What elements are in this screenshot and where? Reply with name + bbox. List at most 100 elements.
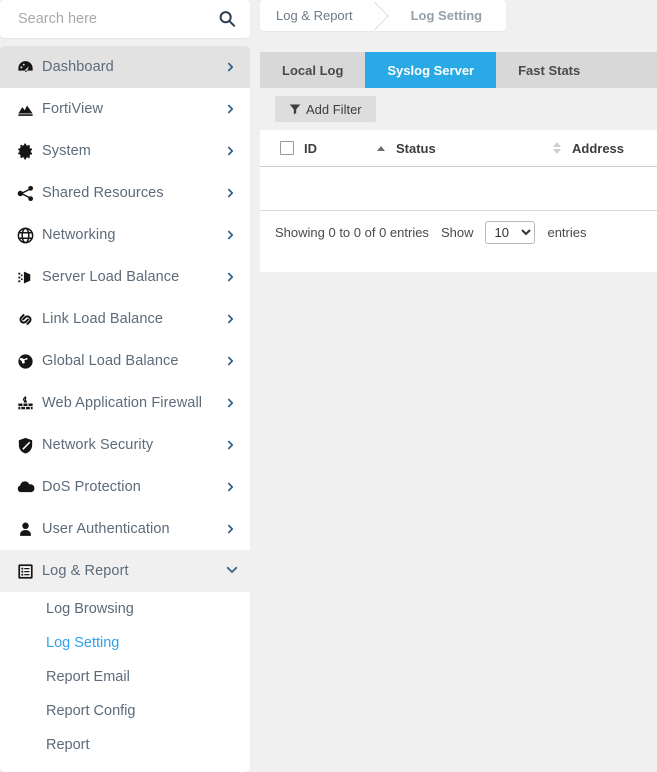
chevron-down-icon xyxy=(226,565,238,577)
funnel-icon xyxy=(289,103,301,115)
tab-label: Local Log xyxy=(282,62,344,78)
table-head: ID Status Address xyxy=(260,130,657,167)
sidebar-item-network-security[interactable]: Network Security xyxy=(0,424,250,466)
chevron-right-icon xyxy=(226,145,236,157)
chevron-right-icon xyxy=(226,523,236,535)
table-body xyxy=(260,166,657,211)
sort-ascending-icon[interactable] xyxy=(377,141,386,155)
chevron-right-icon xyxy=(226,271,236,283)
sidebar-item-label: DoS Protection xyxy=(42,479,141,495)
tab-syslog-server[interactable]: Syslog Server xyxy=(365,52,497,88)
sidebar-item-label: Link Load Balance xyxy=(42,311,164,327)
breadcrumb: Log & Report Log Setting xyxy=(260,0,507,31)
add-filter-label: Add Filter xyxy=(306,101,362,117)
chevron-right-icon xyxy=(226,229,236,241)
globe-grid-icon xyxy=(16,226,42,245)
user-icon xyxy=(16,520,42,539)
syslog-server-panel: Add Filter ID Status Address Showing 0 t… xyxy=(260,88,657,272)
table-footer: Showing 0 to 0 of 0 entries Show 10 25 5… xyxy=(260,211,657,253)
sort-toggle-icon[interactable] xyxy=(553,141,562,155)
entries-label: entries xyxy=(547,224,587,240)
tab-label: Syslog Server xyxy=(387,62,475,78)
tab-label: Fast Stats xyxy=(518,62,581,78)
sidebar-subitem-log-setting[interactable]: Log Setting xyxy=(0,626,250,660)
sidebar-subitem-label: Report Config xyxy=(46,703,136,719)
sidebar-item-fortiview[interactable]: FortiView xyxy=(0,88,250,130)
sidebar-subitem-report[interactable]: Report xyxy=(0,728,250,762)
shield-icon xyxy=(16,436,42,455)
gear-icon xyxy=(16,142,42,161)
main-content: Log & Report Log Setting Local Log Syslo… xyxy=(250,0,657,772)
entries-info: Showing 0 to 0 of 0 entries xyxy=(275,224,429,240)
sidebar-nav: Dashboard FortiView System Shared Resour… xyxy=(0,46,250,772)
column-header-select-all[interactable] xyxy=(260,130,302,167)
page-length-select[interactable]: 10 25 50 100 xyxy=(485,220,536,244)
breadcrumb-parent[interactable]: Log & Report xyxy=(260,0,367,31)
search-icon[interactable] xyxy=(218,10,236,28)
column-label: ID xyxy=(304,140,317,156)
column-header-id[interactable]: ID xyxy=(302,130,394,167)
sidebar-subitem-label: Report xyxy=(46,737,90,753)
column-header-status[interactable]: Status xyxy=(394,130,570,167)
chart-mountain-icon xyxy=(16,100,42,119)
sidebar-item-label: Log & Report xyxy=(42,563,129,579)
chevron-right-icon xyxy=(226,397,236,409)
sidebar-item-system[interactable]: System xyxy=(0,130,250,172)
sidebar-item-global-load-balance[interactable]: Global Load Balance xyxy=(0,340,250,382)
sidebar-item-label: Dashboard xyxy=(42,59,114,75)
share-nodes-icon xyxy=(16,184,42,203)
chevron-right-icon xyxy=(226,439,236,451)
sidebar-item-web-application-firewall[interactable]: Web Application Firewall xyxy=(0,382,250,424)
tab-local-log[interactable]: Local Log xyxy=(260,52,365,88)
sidebar-subitem-report-email[interactable]: Report Email xyxy=(0,660,250,694)
dashboard-gauge-icon xyxy=(16,58,42,77)
chevron-right-icon xyxy=(226,187,236,199)
sidebar-item-label: Shared Resources xyxy=(42,185,164,201)
show-label: Show xyxy=(440,224,474,240)
syslog-server-table: ID Status Address xyxy=(260,130,657,211)
sidebar-item-user-authentication[interactable]: User Authentication xyxy=(0,508,250,550)
add-filter-button[interactable]: Add Filter xyxy=(275,96,376,122)
firewall-brick-flame-icon xyxy=(16,394,42,413)
sidebar-subitem-label: Log Browsing xyxy=(46,601,134,617)
column-header-address[interactable]: Address xyxy=(570,130,657,167)
breadcrumb-current: Log Setting xyxy=(410,8,483,23)
chevron-right-icon xyxy=(226,103,236,115)
sidebar-item-networking[interactable]: Networking xyxy=(0,214,250,256)
sidebar-subitem-label: Log Setting xyxy=(46,635,120,651)
sidebar-item-shared-resources[interactable]: Shared Resources xyxy=(0,172,250,214)
sidebar-item-label: Network Security xyxy=(42,437,154,453)
sidebar: Dashboard FortiView xyxy=(0,0,250,772)
log-list-icon xyxy=(16,562,42,581)
sidebar-subitem-log-browsing[interactable]: Log Browsing xyxy=(0,592,250,626)
select-all-checkbox[interactable] xyxy=(280,141,294,155)
tab-fast-stats[interactable]: Fast Stats xyxy=(496,52,602,88)
globe-solid-icon xyxy=(16,352,42,371)
sidebar-subitem-label: Report Email xyxy=(46,669,130,685)
link-chain-icon xyxy=(16,310,42,329)
table-empty-cell xyxy=(260,166,657,211)
sidebar-item-link-load-balance[interactable]: Link Load Balance xyxy=(0,298,250,340)
table-toolbar: Add Filter xyxy=(260,88,657,130)
app-window: Dashboard FortiView xyxy=(0,0,657,772)
breadcrumb-separator-icon xyxy=(367,0,389,31)
sidebar-item-label: Server Load Balance xyxy=(42,269,180,285)
column-label: Status xyxy=(396,140,436,156)
column-label: Address xyxy=(572,140,625,156)
table-header-row: ID Status Address xyxy=(260,130,657,167)
sidebar-item-log-and-report[interactable]: Log & Report xyxy=(0,550,250,592)
chevron-right-icon xyxy=(226,481,236,493)
tab-bar: Local Log Syslog Server Fast Stats xyxy=(260,52,657,88)
cloud-icon xyxy=(16,477,42,497)
search-box[interactable] xyxy=(0,0,250,38)
sidebar-item-label: Networking xyxy=(42,227,116,243)
sidebar-item-label: Web Application Firewall xyxy=(42,395,203,411)
sidebar-subitem-report-config[interactable]: Report Config xyxy=(0,694,250,728)
sidebar-item-dashboard[interactable]: Dashboard xyxy=(0,46,250,88)
sidebar-item-label: User Authentication xyxy=(42,521,170,537)
chevron-right-icon xyxy=(226,61,236,73)
sidebar-item-server-load-balance[interactable]: Server Load Balance xyxy=(0,256,250,298)
chevron-right-icon xyxy=(226,355,236,367)
sidebar-item-dos-protection[interactable]: DoS Protection xyxy=(0,466,250,508)
search-input[interactable] xyxy=(18,11,218,27)
